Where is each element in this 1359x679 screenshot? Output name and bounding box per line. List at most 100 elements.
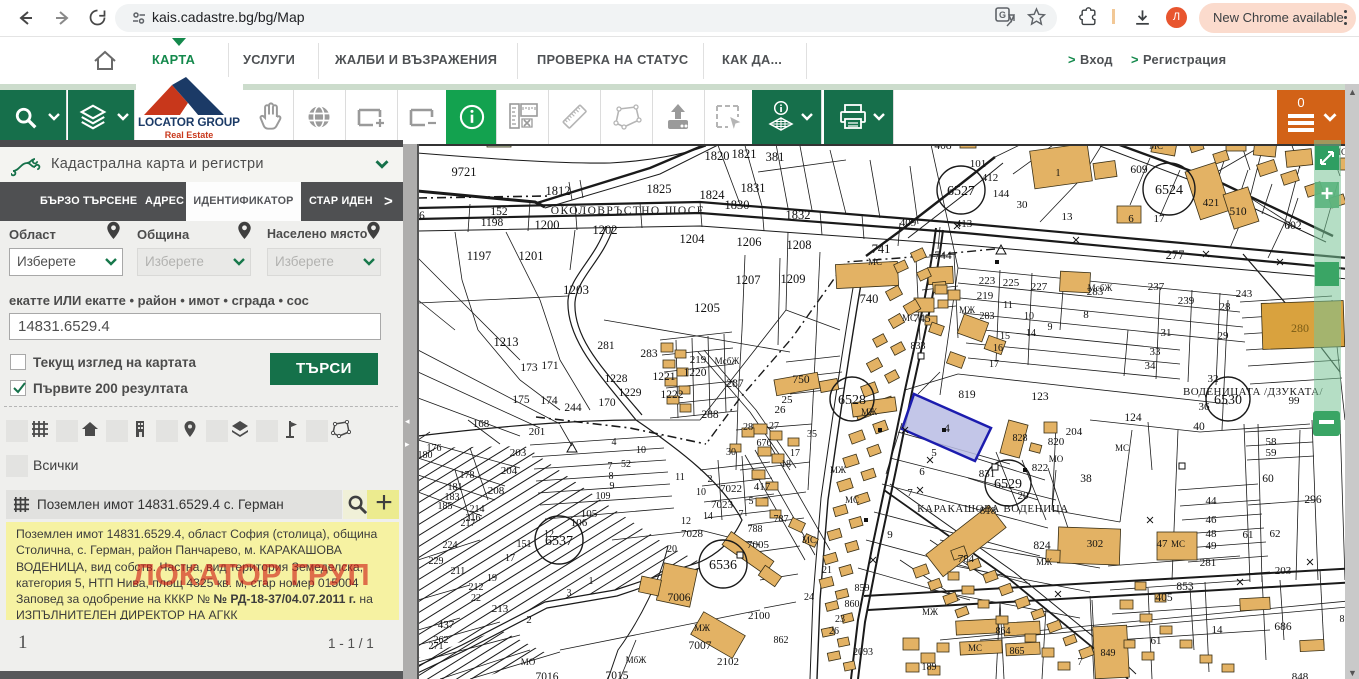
svg-text:14: 14 [1212, 624, 1224, 636]
svg-text:174: 174 [540, 395, 558, 407]
svg-text:109: 109 [596, 491, 611, 502]
svg-text:686: 686 [1274, 621, 1292, 633]
svg-text:34: 34 [1145, 360, 1157, 372]
svg-text:862: 862 [774, 635, 789, 646]
svg-text:G: G [999, 10, 1006, 20]
svg-text:281: 281 [1200, 557, 1217, 569]
svg-text:7: 7 [739, 509, 744, 520]
svg-text:6: 6 [919, 466, 925, 478]
svg-text:860: 860 [845, 599, 860, 610]
svg-text:12: 12 [681, 516, 691, 527]
svg-text:203: 203 [1275, 565, 1292, 577]
svg-text:61: 61 [1151, 635, 1162, 647]
svg-text:833: 833 [911, 341, 926, 352]
svg-text:60: 60 [1262, 473, 1274, 485]
svg-text:59: 59 [1266, 447, 1278, 459]
svg-text:217: 217 [461, 518, 476, 529]
svg-text:МсбЖ: МсбЖ [715, 356, 741, 366]
svg-text:26: 26 [775, 404, 787, 416]
svg-text:849: 849 [1101, 648, 1116, 659]
svg-text:237: 237 [1148, 281, 1165, 293]
svg-text:296: 296 [1304, 494, 1322, 506]
svg-text:6528: 6528 [838, 393, 866, 408]
svg-text:19: 19 [487, 573, 497, 584]
svg-text:7016: 7016 [536, 671, 559, 679]
svg-text:1200: 1200 [535, 218, 560, 232]
svg-text:40: 40 [1193, 421, 1205, 433]
svg-text:4: 4 [612, 437, 617, 448]
svg-text:9721: 9721 [452, 165, 477, 179]
svg-text:МС: МС [902, 313, 916, 323]
svg-text:7007: 7007 [689, 640, 712, 652]
svg-text:8: 8 [1340, 614, 1345, 625]
svg-text:24: 24 [804, 592, 814, 603]
svg-text:20: 20 [1018, 490, 1030, 502]
svg-text:47: 47 [1157, 538, 1169, 550]
svg-text:213: 213 [492, 603, 509, 615]
svg-text:30: 30 [1017, 199, 1029, 211]
svg-text:283: 283 [640, 348, 658, 360]
svg-text:243: 243 [1236, 288, 1253, 300]
svg-text:2093: 2093 [853, 647, 873, 658]
svg-text:1812: 1812 [546, 184, 571, 198]
svg-text:14: 14 [1026, 328, 1036, 339]
svg-text:784: 784 [958, 553, 975, 565]
svg-text:204: 204 [1066, 426, 1083, 438]
svg-text:52: 52 [621, 459, 631, 470]
svg-text:212: 212 [469, 582, 484, 593]
svg-text:859: 859 [855, 583, 870, 594]
svg-text:123: 123 [1031, 391, 1049, 403]
svg-text:КАРАКАШОВА ВОДЕНИЦА: КАРАКАШОВА ВОДЕНИЦА [917, 503, 1069, 515]
svg-text:7005: 7005 [747, 539, 770, 551]
svg-text:412: 412 [982, 172, 999, 184]
svg-text:17: 17 [505, 553, 515, 564]
svg-text:МО: МО [521, 657, 536, 667]
svg-text:МЖ: МЖ [959, 305, 976, 315]
svg-text:1220: 1220 [684, 367, 707, 379]
svg-text:38: 38 [1080, 473, 1092, 485]
svg-text:1198: 1198 [481, 217, 504, 229]
svg-text:287: 287 [726, 378, 744, 390]
svg-text:28: 28 [1220, 301, 1232, 313]
svg-text:МЖ: МЖ [922, 607, 939, 617]
svg-text:828: 828 [1013, 433, 1028, 444]
svg-text:189: 189 [922, 662, 937, 673]
svg-text:Real Estate: Real Estate [165, 130, 214, 140]
svg-text:750: 750 [792, 374, 810, 386]
svg-text:11: 11 [675, 472, 685, 483]
svg-text:239: 239 [1178, 295, 1195, 307]
svg-text:6527: 6527 [947, 184, 975, 199]
svg-text:405: 405 [1155, 592, 1173, 604]
svg-text:185: 185 [438, 501, 453, 512]
svg-text:17: 17 [790, 448, 800, 459]
svg-text:510: 510 [1229, 206, 1247, 218]
svg-text:283: 283 [980, 311, 995, 322]
svg-text:168: 168 [473, 418, 490, 430]
svg-text:173: 173 [520, 362, 538, 374]
svg-text:1820: 1820 [705, 149, 730, 163]
svg-text:МО: МО [1049, 454, 1064, 464]
svg-text:7: 7 [907, 487, 913, 499]
svg-text:288: 288 [701, 409, 719, 421]
svg-text:26: 26 [829, 626, 839, 637]
svg-text:788: 788 [748, 524, 763, 535]
svg-text:409: 409 [900, 217, 917, 229]
svg-text:11: 11 [1003, 300, 1013, 311]
svg-text:271: 271 [429, 641, 444, 652]
svg-text:2: 2 [526, 614, 532, 626]
svg-text:17: 17 [1154, 213, 1166, 225]
svg-text:865: 865 [1010, 646, 1025, 657]
svg-text:LOCATOR GROUP: LOCATOR GROUP [138, 115, 240, 129]
svg-text:ВОДЕНИЦАТА /ДЗУКАТА/: ВОДЕНИЦАТА /ДЗУКАТА/ [1183, 386, 1324, 398]
svg-text:14: 14 [703, 511, 713, 522]
svg-text:31: 31 [1161, 327, 1172, 339]
svg-text:9: 9 [1048, 322, 1053, 333]
svg-text:602: 602 [1284, 220, 1302, 232]
svg-text:35: 35 [807, 429, 817, 440]
svg-text:225: 225 [1003, 277, 1020, 289]
svg-text:1205: 1205 [694, 300, 720, 315]
svg-text:853: 853 [1176, 581, 1194, 593]
svg-text:7028: 7028 [681, 528, 704, 540]
svg-text:10: 10 [696, 487, 706, 498]
svg-text:7: 7 [1078, 657, 1083, 668]
